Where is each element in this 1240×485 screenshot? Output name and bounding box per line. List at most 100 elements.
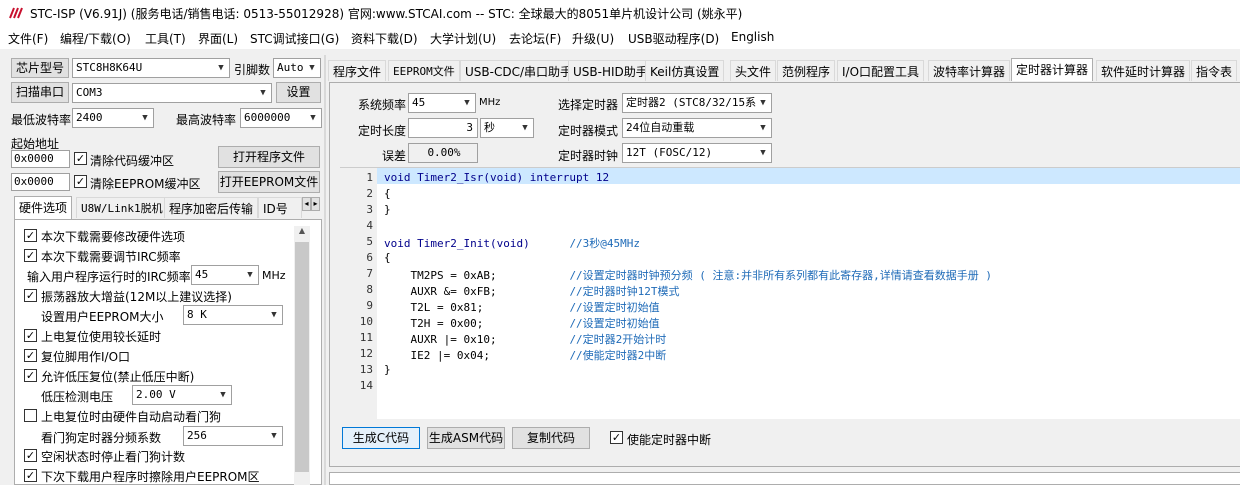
opt-osc-gain-checkbox[interactable]: ✓ [24,289,37,302]
code-line: T2L = 0x81; //设置定时初始值 [384,299,660,315]
code-line: AUXR |= 0x10; //定时器2开始计时 [384,331,666,347]
code-comment: //使能定时器2中断 [569,349,667,362]
code-text: } [384,203,391,216]
tab-header-file[interactable]: 头文件 [730,60,777,81]
menu-usb-driver[interactable]: USB驱动程序(D) [628,30,719,47]
tab-id-number[interactable]: ID号 [258,197,302,218]
code-comment: //设置定时初始值 [569,301,660,314]
tab-delay-calc[interactable]: 软件延时计算器 [1096,60,1191,81]
generate-c-button[interactable]: 生成C代码 [342,427,420,449]
tab-scroll-left-icon[interactable]: ◂ [302,197,311,211]
menu-docs-download[interactable]: 资料下载(D) [351,30,418,47]
tab-timer-calc[interactable]: 定时器计算器 [1011,58,1094,81]
code-text: void Timer2_Init(void) [384,237,570,250]
tab-keil-sim[interactable]: Keil仿真设置 [645,60,725,81]
tab-u8w-offline[interactable]: U8W/Link1脱机 [76,197,168,218]
clear-eeprom-checkbox[interactable]: ✓ [74,175,87,188]
opt-adjust-irc-label: 本次下载需要调节IRC频率 [41,250,181,264]
tab-eeprom-file[interactable]: EEPROM文件 [388,60,460,81]
tab-hardware-options[interactable]: 硬件选项 [14,196,73,219]
clear-code-checkbox[interactable]: ✓ [74,152,87,165]
eeprom-size-select[interactable]: 8 K ▼ [183,305,283,325]
line-number: 4 [366,219,373,232]
chip-type-button[interactable]: 芯片型号 [11,58,69,78]
timer-clock-label: 定时器时钟 [558,149,619,163]
chevron-down-icon: ▼ [271,431,277,441]
tab-baud-calc[interactable]: 波特率计算器 [928,60,1011,81]
min-baud-value: 2400 [76,111,103,124]
opt-hw-watchdog-label: 上电复位时由硬件自动启动看门狗 [41,410,222,424]
menu-program-download[interactable]: 编程/下载(O) [60,30,131,47]
tab-examples[interactable]: 范例程序 [777,60,836,81]
settings-button[interactable]: 设置 [276,82,321,103]
wdt-prescale-select[interactable]: 256 ▼ [183,426,283,446]
chevron-down-icon: ▼ [260,88,266,98]
time-unit-select[interactable]: 秒 ▼ [480,118,534,138]
timer-select[interactable]: 定时器2 (STC8/32/15系 ▼ [622,93,772,113]
timer-mode-select[interactable]: 24位自动重载 ▼ [622,118,772,138]
opt-idle-wdt-checkbox[interactable]: ✓ [24,449,37,462]
line-number: 6 [366,251,373,264]
line-number: 11 [359,331,373,344]
port-value: COM3 [76,86,103,99]
menu-file[interactable]: 文件(F) [8,30,48,47]
tab-instruction-table[interactable]: 指令表 [1191,60,1238,81]
generate-asm-button[interactable]: 生成ASM代码 [427,427,505,449]
opt-idle-wdt-label: 空闲状态时停止看门狗计数 [41,450,186,464]
opt-low-volt-reset-checkbox[interactable]: ✓ [24,369,37,382]
tab-encrypted-transfer[interactable]: 程序加密后传输 [164,197,259,218]
irc-freq-select[interactable]: 45 ▼ [191,265,259,285]
opt-long-delay-checkbox[interactable]: ✓ [24,329,37,342]
timer-select-value: 定时器2 (STC8/32/15系 [626,96,757,109]
tab-usb-hid[interactable]: USB-HID助手 [568,60,653,81]
code-text: void Timer2_Isr(void) interrupt 12 [384,171,610,184]
menu-bar: 文件(F) 编程/下载(O) 工具(T) 界面(L) STC调试接口(G) 资料… [0,27,1240,49]
pins-label: 引脚数 [234,63,271,77]
code-text: T2L = 0x81; [384,301,570,314]
eeprom-address-input[interactable]: 0x0000 [11,173,70,191]
opt-hw-watchdog-checkbox[interactable] [24,409,37,422]
code-text: AUXR |= 0x10; [384,333,570,346]
enable-interrupt-label: 使能定时器中断 [627,433,712,447]
code-address-input[interactable]: 0x0000 [11,150,70,168]
menu-english[interactable]: English [731,30,774,44]
chip-select[interactable]: STC8H8K64U ▼ [72,58,230,78]
code-text: T2H = 0x00; [384,317,570,330]
min-baud-select[interactable]: 2400 ▼ [72,108,154,128]
menu-debug-interface[interactable]: STC调试接口(G) [250,30,339,47]
opt-modify-hw-checkbox[interactable]: ✓ [24,229,37,242]
options-scrollbar[interactable]: ▲ [294,226,310,485]
scroll-up-icon[interactable]: ▲ [294,226,310,240]
scrollbar-thumb[interactable] [295,242,309,472]
menu-interface[interactable]: 界面(L) [198,30,238,47]
enable-interrupt-checkbox[interactable]: ✓ [610,431,623,444]
opt-erase-eeprom-checkbox[interactable]: ✓ [24,469,37,482]
pins-select[interactable]: Auto ▼ [273,58,321,78]
tab-io-config[interactable]: I/O口配置工具 [837,60,925,81]
max-baud-select[interactable]: 6000000 ▼ [240,108,322,128]
copy-code-button[interactable]: 复制代码 [512,427,590,449]
code-comment: //定时器2开始计时 [569,333,667,346]
scan-port-button[interactable]: 扫描串口 [11,82,69,103]
port-select[interactable]: COM3 ▼ [72,83,272,103]
time-length-input[interactable]: 3 [408,118,478,138]
menu-university[interactable]: 大学计划(U) [430,30,496,47]
code-line: } [384,203,391,216]
open-eeprom-file-button[interactable]: 打开EEPROM文件 [218,171,320,193]
code-editor[interactable]: 1 void Timer2_Isr(void) interrupt 12 2 {3} 4… [340,167,1240,419]
tab-scroll-right-icon[interactable]: ▸ [311,197,320,211]
line-number: 9 [366,299,373,312]
tab-usb-cdc[interactable]: USB-CDC/串口助手 [460,60,578,81]
menu-upgrade[interactable]: 升级(U) [572,30,614,47]
panel-splitter[interactable] [324,55,326,485]
open-program-file-button[interactable]: 打开程序文件 [218,146,320,168]
opt-adjust-irc-checkbox[interactable]: ✓ [24,249,37,262]
timer-clock-select[interactable]: 12T (FOSC/12) ▼ [622,143,772,163]
opt-erase-eeprom-label: 下次下载用户程序时擦除用户EEPROM区 [41,470,260,484]
tab-program-file[interactable]: 程序文件 [328,60,387,81]
menu-tools[interactable]: 工具(T) [145,30,186,47]
lvd-select[interactable]: 2.00 V ▼ [132,385,232,405]
opt-reset-io-checkbox[interactable]: ✓ [24,349,37,362]
sysfreq-select[interactable]: 45 ▼ [408,93,476,113]
menu-forum[interactable]: 去论坛(F) [509,30,561,47]
